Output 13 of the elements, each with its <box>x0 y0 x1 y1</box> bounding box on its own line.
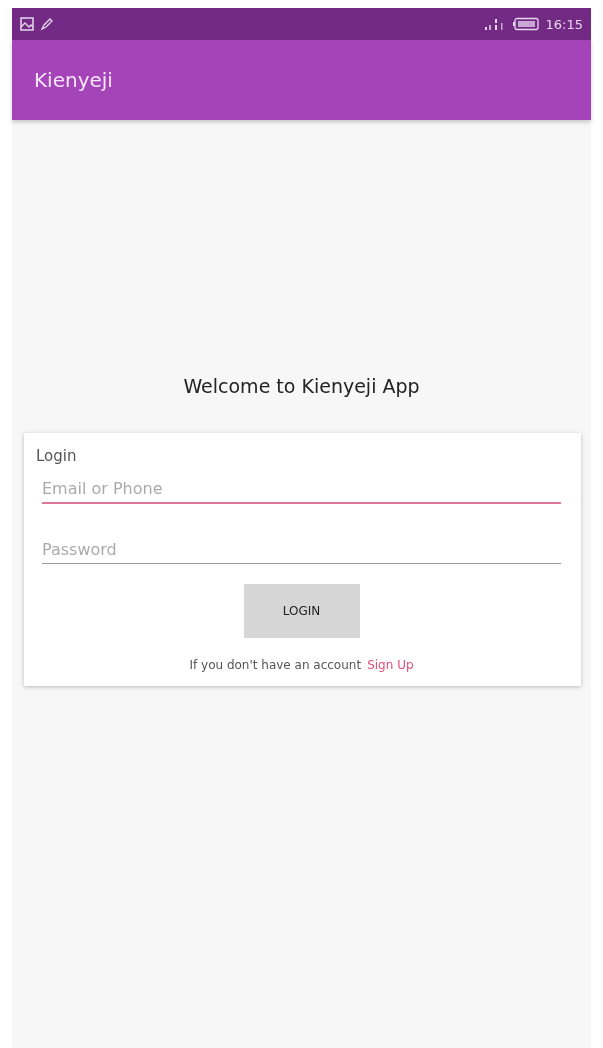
account-prompt: If you don't have an account <box>189 658 362 672</box>
status-time: 16:15 <box>545 16 583 32</box>
input-field[interactable]: Password <box>42 534 561 564</box>
login-button[interactable]: LOGIN <box>243 584 360 638</box>
pen-icon <box>40 17 54 31</box>
input-field[interactable]: Email or Phone <box>42 473 561 504</box>
card-title: Login <box>36 447 78 465</box>
battery-icon <box>511 17 540 31</box>
signal-icon <box>483 17 506 31</box>
app-title: Kienyeji <box>34 68 113 92</box>
sign-up-link[interactable]: Sign Up <box>367 658 414 672</box>
welcome-text: Welcome to Kienyeji App <box>182 375 421 397</box>
image-icon <box>20 17 34 31</box>
